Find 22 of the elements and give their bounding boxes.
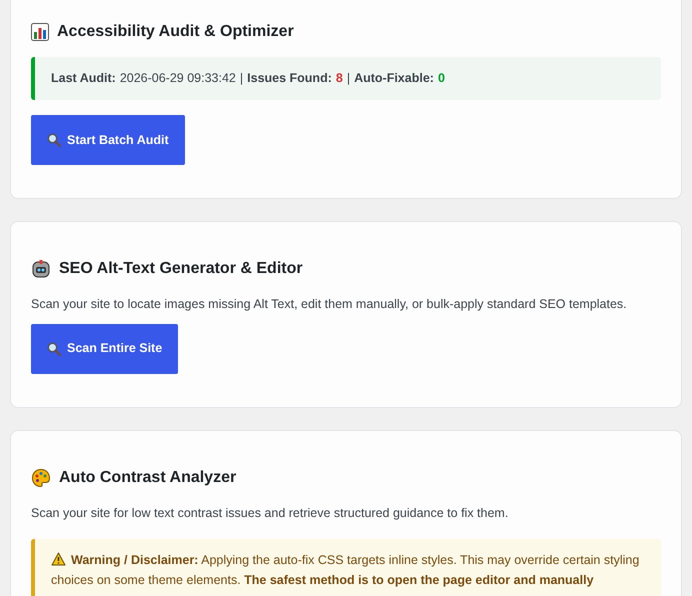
separator: | — [346, 70, 350, 88]
section-title: Auto Contrast Analyzer — [59, 468, 236, 488]
section-title: SEO Alt-Text Generator & Editor — [59, 259, 303, 279]
robot-icon — [31, 259, 51, 279]
scan-button[interactable]: Scan Entire Site — [31, 324, 178, 374]
magnifier-icon — [47, 133, 61, 147]
magnifier-icon — [47, 342, 61, 356]
scan-button[interactable]: Start Batch Audit — [31, 115, 185, 165]
warning-text: Warning / Disclaimer: Applying the auto-fix CSS targets inline styles. This may override certain styling choices on some theme elements. The safest method is to open the page editor and manually — [51, 550, 640, 589]
status-value: 2026-06-29 09:33:42 — [120, 70, 236, 88]
warning-icon — [51, 552, 66, 566]
status-value: 8 — [336, 70, 343, 88]
status-label: Issues Found: — [247, 70, 332, 88]
separator: | — [240, 70, 244, 88]
status-label: Last Audit: — [51, 70, 116, 88]
status-value: 0 — [438, 70, 445, 88]
status-label: Auto-Fixable: — [354, 70, 434, 88]
bar-chart-icon — [31, 23, 49, 41]
section-description: Scan your site for low text contrast issues and retrieve structured guidance to fix them. — [31, 504, 510, 522]
palette-icon — [31, 468, 51, 488]
section-title: Accessibility Audit & Optimizer — [57, 22, 294, 42]
section-description: Scan your site to locate images missing Alt Text, edit them manually, or bulk-apply standard SEO templates. — [31, 296, 628, 313]
